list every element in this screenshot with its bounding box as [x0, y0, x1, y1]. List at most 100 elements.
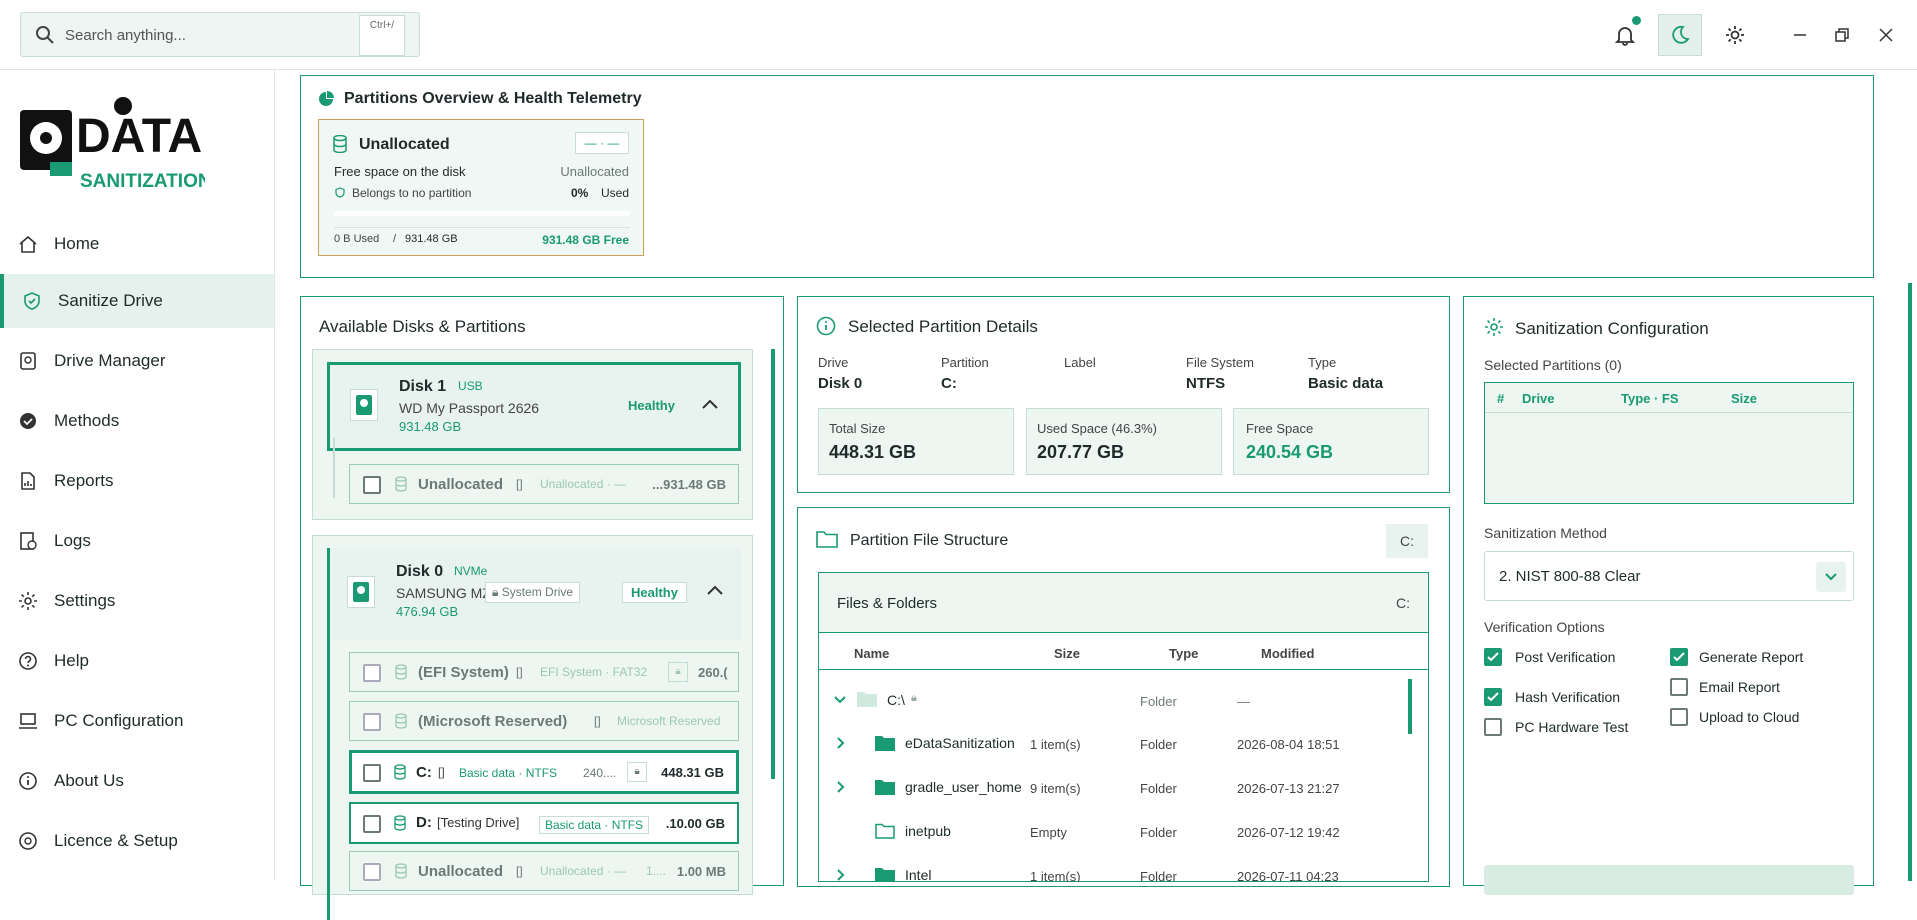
nav-drive-manager[interactable]: Drive Manager: [0, 334, 274, 388]
nav-help[interactable]: Help: [0, 634, 274, 688]
option-label: Generate Report: [1699, 649, 1804, 665]
notifications-button[interactable]: [1603, 14, 1647, 56]
method-select[interactable]: 2. NIST 800-88 Clear: [1484, 551, 1854, 601]
stat-label: Used Space (46.3%): [1037, 421, 1157, 436]
detail-key-file-system: File System: [1186, 355, 1254, 370]
option-label: Post Verification: [1515, 649, 1616, 665]
partition-meta: Unallocated · —: [540, 477, 627, 491]
chevron-down-icon[interactable]: [834, 696, 846, 704]
partition-used: 240....: [583, 766, 617, 780]
tree-row[interactable]: inetpub Empty Folder 2026-07-12 19:42: [819, 815, 1399, 851]
verification-label: Verification Options: [1484, 619, 1605, 635]
partition-row[interactable]: Unallocated [] Unallocated · — ...931.48…: [349, 464, 739, 504]
folder-icon: [816, 531, 838, 548]
disk-header-disk0[interactable]: Disk 0 NVMe SAMSUNG MZ... 🔒︎ System Driv…: [327, 548, 741, 640]
column-name[interactable]: Name: [854, 646, 889, 661]
option-label: Upload to Cloud: [1699, 709, 1800, 725]
checkbox[interactable]: [1670, 708, 1688, 726]
checkbox[interactable]: [1484, 648, 1502, 666]
nav-settings[interactable]: Settings: [0, 574, 274, 628]
search-input[interactable]: Search anything...: [65, 27, 186, 44]
chevron-up-icon[interactable]: [701, 398, 719, 410]
nav-about-us[interactable]: About Us: [0, 754, 274, 808]
database-icon: [395, 713, 407, 729]
checkbox[interactable]: [1484, 688, 1502, 706]
partition-checkbox[interactable]: [363, 764, 381, 782]
method-label: Sanitization Method: [1484, 525, 1607, 541]
database-icon: [394, 815, 406, 831]
database-icon: [333, 135, 347, 153]
tree-row-root[interactable]: C:\ 🔒︎ Folder —: [819, 683, 1399, 719]
nav-reports[interactable]: Reports: [0, 454, 274, 508]
disk-health: Healthy: [628, 398, 675, 413]
chevron-right-icon[interactable]: [837, 737, 845, 749]
column-size: Size: [1731, 391, 1758, 406]
chevron-right-icon[interactable]: [837, 781, 845, 793]
partition-checkbox[interactable]: [363, 815, 381, 833]
folder-size: Empty: [1030, 825, 1067, 840]
close-button[interactable]: [1864, 14, 1908, 56]
chevron-up-icon[interactable]: [706, 584, 724, 596]
shield-check-icon: [335, 187, 345, 198]
nav-licence-setup[interactable]: Licence & Setup: [0, 814, 274, 868]
partition-row[interactable]: Unallocated [] Unallocated · — 1.... 1.0…: [349, 851, 739, 891]
nav-home[interactable]: Home: [0, 217, 274, 271]
partition-name: Unallocated: [418, 476, 504, 493]
detail-key-type: Type: [1308, 355, 1337, 370]
card-used-percent: 0%: [571, 186, 589, 200]
start-sanitization-button[interactable]: [1484, 865, 1854, 895]
nav-sanitize-drive[interactable]: Sanitize Drive: [0, 274, 274, 328]
restore-button[interactable]: [1820, 14, 1864, 56]
card-description: Free space on the disk: [334, 164, 466, 179]
unallocated-card[interactable]: Unallocated — · — Free space on the disk…: [318, 119, 644, 256]
checkbox[interactable]: [1670, 678, 1688, 696]
selected-partition-panel: Selected Partition Details Drive Disk 0 …: [797, 296, 1450, 493]
partition-row[interactable]: (Microsoft Reserved) [] Microsoft Reserv…: [349, 701, 739, 741]
tree-row[interactable]: eDataSanitization 1 item(s) Folder 2026-…: [819, 727, 1399, 763]
partition-row[interactable]: (EFI System) [] EFI System · FAT32 🔒︎ 26…: [349, 652, 739, 692]
checkbox[interactable]: [1670, 648, 1688, 666]
column-size[interactable]: Size: [1054, 646, 1080, 661]
search-box[interactable]: Search anything... Ctrl+/: [20, 12, 420, 57]
tree-line: [333, 438, 335, 498]
nav-methods[interactable]: Methods: [0, 394, 274, 448]
database-icon: [395, 476, 407, 492]
folder-type: Folder: [1140, 694, 1177, 709]
dropdown-button[interactable]: [1816, 562, 1846, 592]
search-shortcut: Ctrl+/: [359, 15, 405, 56]
partition-row-selected[interactable]: C: [] Basic data · NTFS 240.... 🔒︎ 448.3…: [349, 750, 739, 794]
partition-checkbox[interactable]: [363, 713, 381, 731]
partition-row[interactable]: D: [Testing Drive] Basic data · NTFS .10…: [349, 802, 739, 844]
top-bar: Search anything... Ctrl+/: [0, 0, 1917, 70]
disk-group: Disk 0 NVMe SAMSUNG MZ... 🔒︎ System Driv…: [312, 535, 753, 920]
folder-size: 9 item(s): [1030, 781, 1081, 796]
files-header: Files & Folders C:: [819, 573, 1428, 633]
system-drive-badge: 🔒︎ System Drive: [485, 582, 581, 603]
tree-row[interactable]: gradle_user_home 9 item(s) Folder 2026-0…: [819, 771, 1399, 807]
nav-label: About Us: [54, 771, 124, 790]
settings-button[interactable]: [1713, 14, 1757, 56]
folder-icon: [875, 736, 895, 751]
settings-icon: [19, 592, 37, 610]
column-type[interactable]: Type: [1169, 646, 1198, 661]
chevron-right-icon[interactable]: [837, 869, 845, 881]
tree-row[interactable]: Intel 1 item(s) Folder 2026-07-11 04:23: [819, 858, 1399, 882]
scrollbar[interactable]: [771, 349, 775, 779]
partition-checkbox[interactable]: [363, 664, 381, 682]
partition-checkbox[interactable]: [363, 863, 381, 881]
nav-logs[interactable]: Logs: [0, 514, 274, 568]
partition-name: Unallocated: [418, 863, 504, 880]
partition-checkbox[interactable]: [363, 476, 381, 494]
checkbox[interactable]: [1484, 718, 1502, 736]
partition-meta: Basic data · NTFS: [459, 766, 558, 780]
theme-toggle-button[interactable]: [1658, 14, 1702, 56]
folder-icon: [875, 780, 895, 795]
disk-header-disk1[interactable]: Disk 1 USB WD My Passport 2626 931.48 GB…: [327, 362, 741, 451]
partition-name: (Microsoft Reserved): [418, 713, 568, 730]
page-scrollbar[interactable]: [1908, 283, 1912, 881]
database-icon: [395, 664, 407, 680]
column-modified[interactable]: Modified: [1261, 646, 1314, 661]
nav-pc-configuration[interactable]: PC Configuration: [0, 694, 274, 748]
files-scrollbar[interactable]: [1408, 679, 1412, 734]
minimize-button[interactable]: [1778, 14, 1822, 56]
